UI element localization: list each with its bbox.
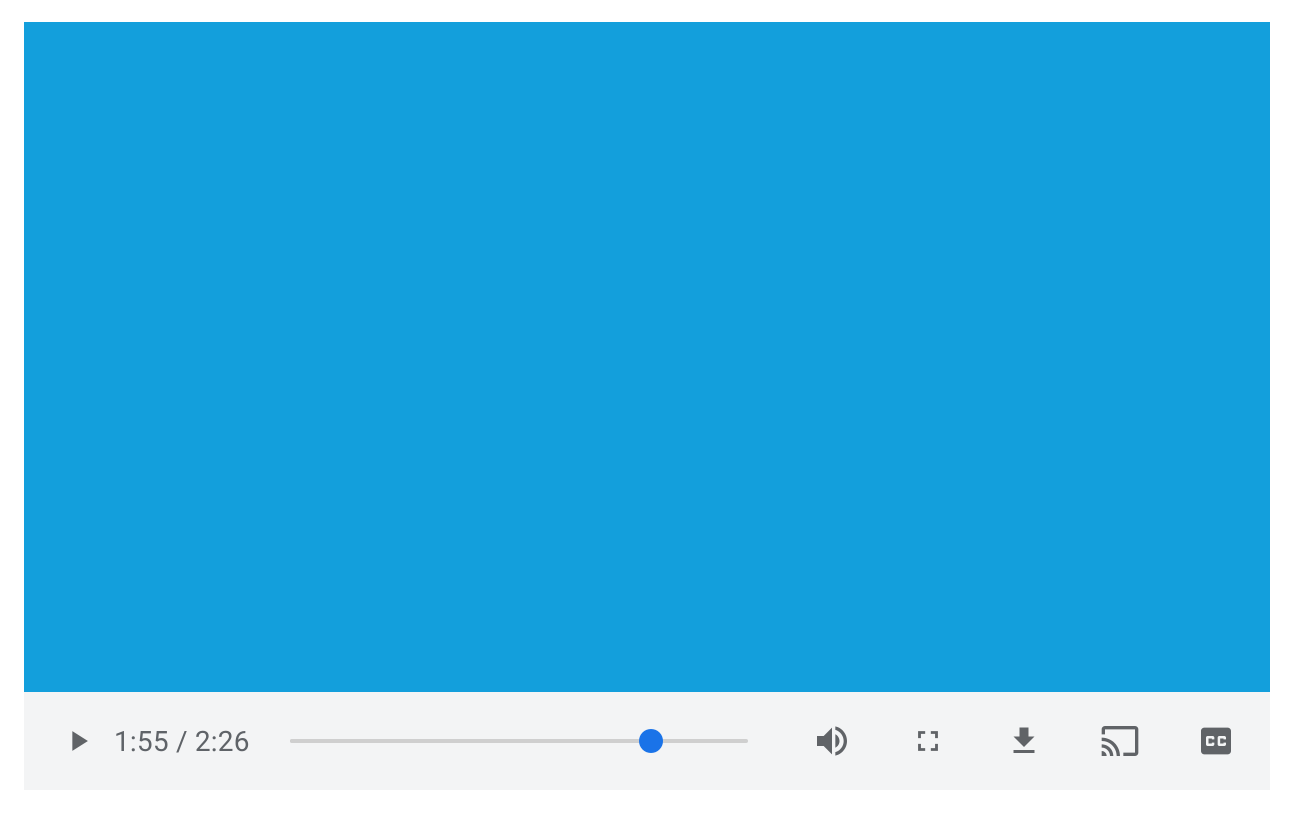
volume-icon <box>812 721 852 761</box>
video-content-area[interactable] <box>24 22 1270 692</box>
duration: 2:26 <box>195 725 250 758</box>
time-display: 1:55 / 2:26 <box>114 725 250 758</box>
right-controls <box>808 717 1240 765</box>
captions-icon <box>1196 721 1236 761</box>
player-controls-bar: 1:55 / 2:26 <box>24 692 1270 790</box>
download-icon <box>1006 723 1042 759</box>
fullscreen-button[interactable] <box>904 717 952 765</box>
play-button[interactable] <box>54 717 102 765</box>
play-icon <box>61 724 95 758</box>
current-time: 1:55 <box>114 725 169 758</box>
download-button[interactable] <box>1000 717 1048 765</box>
cast-button[interactable] <box>1096 717 1144 765</box>
fullscreen-icon <box>911 724 945 758</box>
video-player: 1:55 / 2:26 <box>24 22 1270 790</box>
time-separator: / <box>169 725 195 758</box>
seek-thumb[interactable] <box>639 729 663 753</box>
volume-button[interactable] <box>808 717 856 765</box>
captions-button[interactable] <box>1192 717 1240 765</box>
seek-fill <box>290 739 651 743</box>
seek-slider[interactable] <box>290 721 748 761</box>
cast-icon <box>1100 721 1140 761</box>
